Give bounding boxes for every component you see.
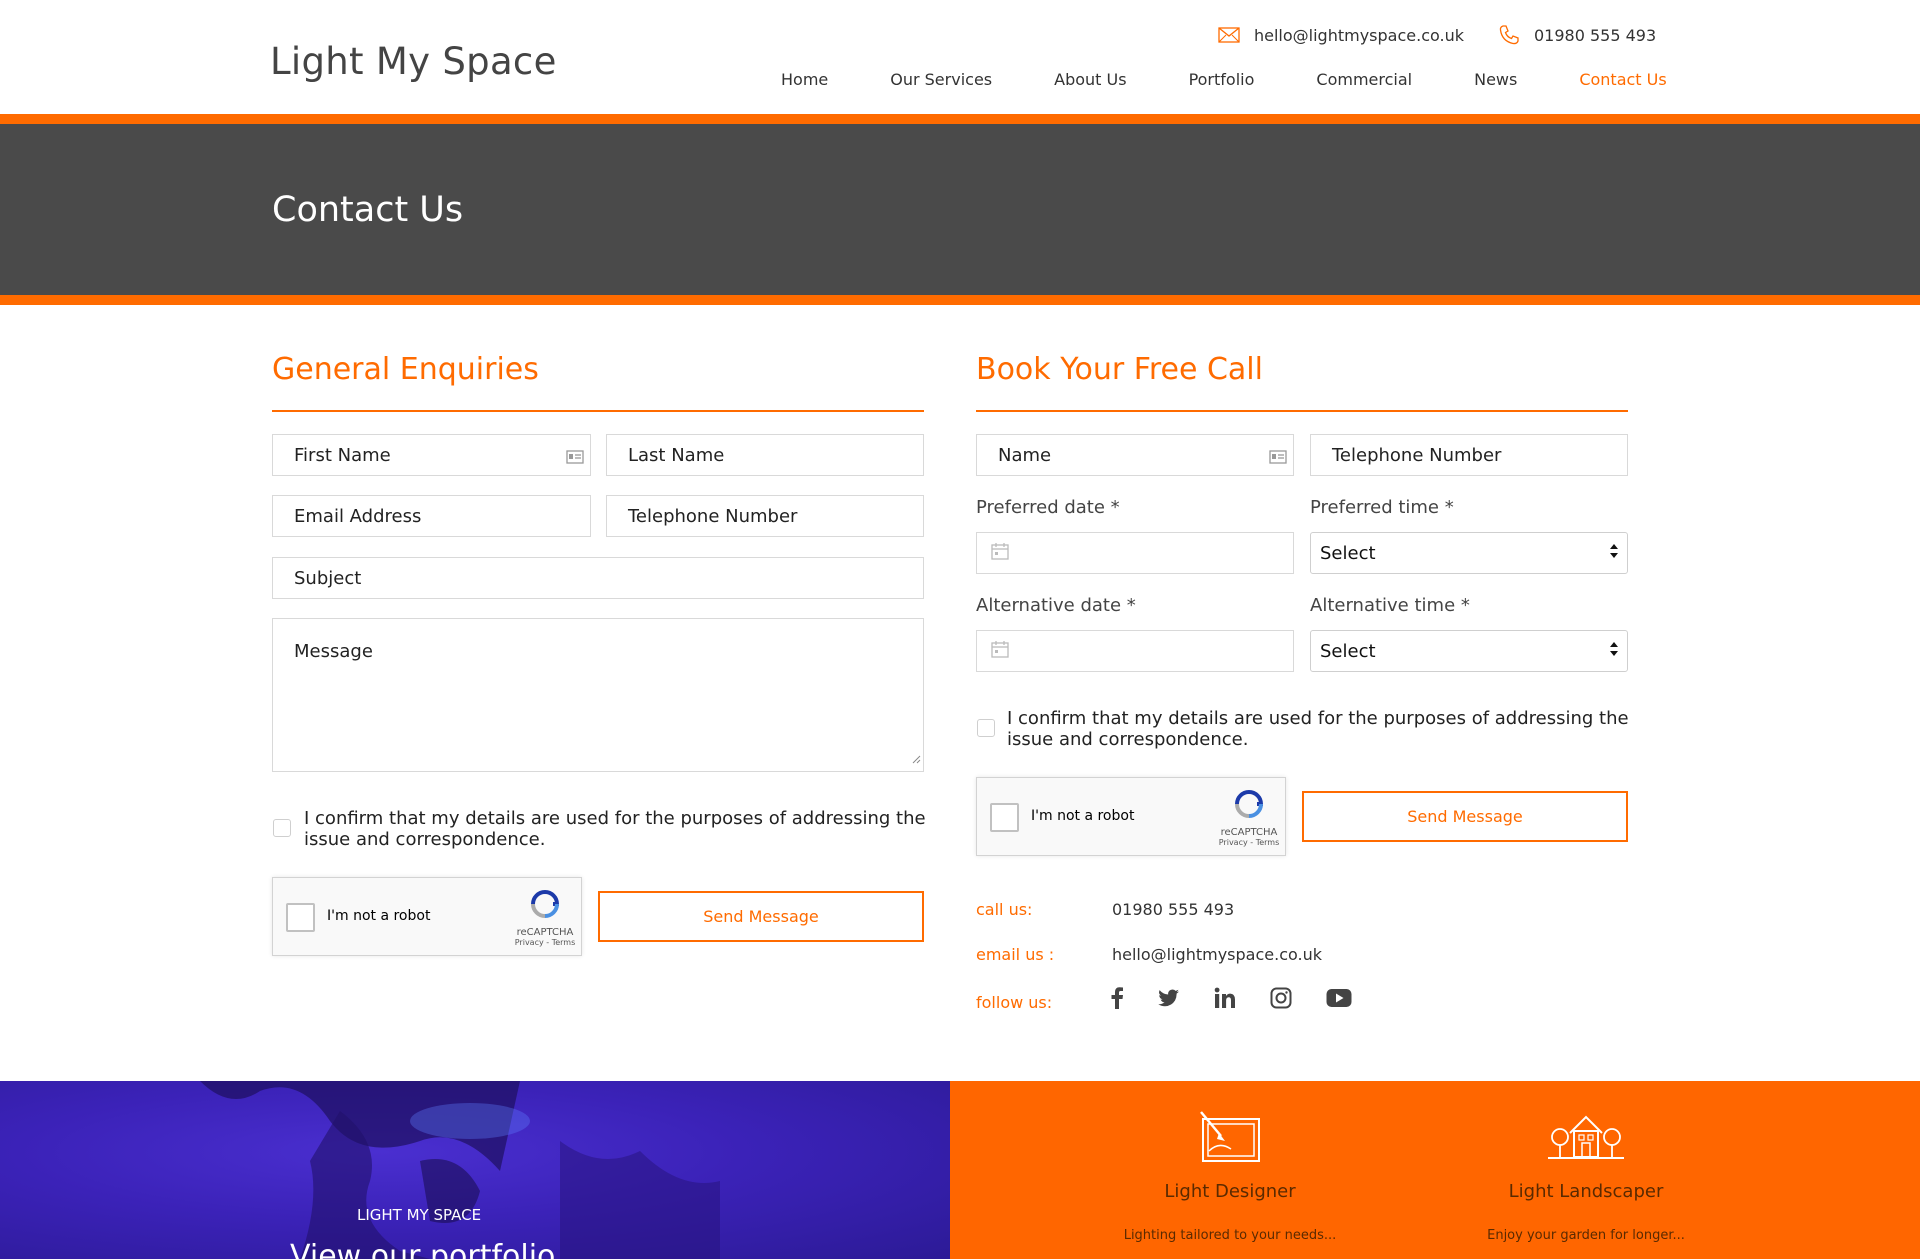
top-contact-bar: hello@lightmyspace.co.uk 01980 555 493 [1218,24,1656,46]
book-call-title: Book Your Free Call [976,352,1263,387]
recaptcha-brand: reCAPTCHA [516,927,574,938]
alternative-time-select[interactable]: Select [1310,630,1628,672]
nav-portfolio[interactable]: Portfolio [1189,70,1255,89]
feature-title-light-designer: Light Designer [1164,1181,1296,1202]
portfolio-banner[interactable]: LIGHT MY SPACE View our portfolio [0,1081,950,1259]
feature-title-light-landscaper: Light Landscaper [1508,1181,1664,1202]
email-us-label: email us : [976,945,1055,964]
header-email[interactable]: hello@lightmyspace.co.uk [1254,26,1464,45]
general-enquiries-rule [272,410,924,412]
preferred-time-value: Select [1320,542,1376,564]
nav-commercial[interactable]: Commercial [1316,70,1412,89]
telephone-placeholder: Telephone Number [628,505,798,527]
select-arrows-icon [1609,542,1619,565]
preferred-time-label: Preferred time * [1310,497,1454,518]
subject-placeholder: Subject [294,567,362,589]
general-send-button[interactable]: Send Message [598,891,924,942]
general-consent-text: I confirm that my details are used for t… [304,808,926,850]
page-title: Contact Us [272,190,464,230]
recaptcha-icon [529,888,561,924]
alternative-time-value: Select [1320,640,1376,662]
booking-name-field[interactable]: Name [976,434,1294,476]
booking-send-button[interactable]: Send Message [1302,791,1628,842]
main-nav: Home Our Services About Us Portfolio Com… [781,70,1667,89]
recaptcha-terms[interactable]: Privacy - Terms [515,938,576,947]
contact-card-icon [1269,448,1287,469]
site-logo[interactable]: Light My Space [270,40,557,83]
calendar-icon [991,542,1009,565]
booking-recaptcha: I'm not a robot reCAPTCHA Privacy - Term… [976,777,1286,856]
linkedin-icon[interactable] [1214,987,1236,1013]
instagram-icon[interactable] [1270,987,1292,1013]
call-us-value[interactable]: 01980 555 493 [1112,900,1234,919]
recaptcha-logo: reCAPTCHA Privacy - Terms [515,888,575,947]
feature-subtitle-light-designer: Lighting tailored to your needs... [1123,1228,1337,1243]
general-recaptcha-checkbox[interactable] [286,903,315,932]
first-name-field[interactable]: First Name [272,434,591,476]
recaptcha-terms[interactable]: Privacy - Terms [1219,838,1280,847]
email-us-value[interactable]: hello@lightmyspace.co.uk [1112,945,1322,964]
light-designer-feature[interactable]: Light Designer Lighting tailored to your… [1110,1111,1350,1243]
telephone-field[interactable]: Telephone Number [606,495,924,537]
calendar-icon [991,640,1009,663]
facebook-icon[interactable] [1110,987,1124,1013]
mail-icon [1218,27,1240,43]
subject-field[interactable]: Subject [272,557,924,599]
header-accent-strip [0,114,1920,124]
call-us-label: call us: [976,900,1033,919]
booking-telephone-placeholder: Telephone Number [1332,444,1502,466]
hero-accent-strip [0,295,1920,305]
design-tablet-icon [1197,1111,1263,1167]
booking-name-placeholder: Name [998,444,1052,466]
recaptcha-brand: reCAPTCHA [1220,827,1278,838]
recaptcha-icon [1233,788,1265,824]
email-field[interactable]: Email Address [272,495,591,537]
alternative-date-input[interactable] [976,630,1294,672]
alternative-date-label: Alternative date * [976,595,1136,616]
email-placeholder: Email Address [294,505,422,527]
booking-consent-checkbox[interactable] [977,719,995,737]
booking-telephone-field[interactable]: Telephone Number [1310,434,1628,476]
contact-card-icon [566,448,584,469]
nav-home[interactable]: Home [781,70,828,89]
last-name-placeholder: Last Name [628,444,725,466]
alternative-time-label: Alternative time * [1310,595,1470,616]
house-garden-icon [1546,1111,1626,1167]
brand-caption: LIGHT MY SPACE [357,1206,482,1224]
feature-subtitle-light-landscaper: Enjoy your garden for longer... [1487,1228,1685,1243]
first-name-placeholder: First Name [294,444,391,466]
message-placeholder: Message [294,641,373,662]
last-name-field[interactable]: Last Name [606,434,924,476]
booking-consent-text: I confirm that my details are used for t… [1007,708,1629,750]
booking-recaptcha-label: I'm not a robot [1031,808,1135,824]
general-consent-checkbox[interactable] [273,819,291,837]
general-recaptcha-label: I'm not a robot [327,908,431,924]
youtube-icon[interactable] [1326,988,1352,1012]
services-banner: Light Designer Lighting tailored to your… [950,1081,1920,1259]
general-recaptcha: I'm not a robot reCAPTCHA Privacy - Term… [272,877,582,956]
portfolio-heading[interactable]: View our portfolio [290,1239,555,1259]
preferred-date-label: Preferred date * [976,497,1120,518]
message-textarea[interactable]: Message [272,618,924,772]
header-phone[interactable]: 01980 555 493 [1534,26,1656,45]
nav-contact-us[interactable]: Contact Us [1579,70,1666,89]
recaptcha-logo: reCAPTCHA Privacy - Terms [1219,788,1279,847]
nav-about-us[interactable]: About Us [1054,70,1126,89]
preferred-date-input[interactable] [976,532,1294,574]
nav-news[interactable]: News [1474,70,1517,89]
light-landscaper-feature[interactable]: Light Landscaper Enjoy your garden for l… [1466,1111,1706,1243]
select-arrows-icon [1609,640,1619,663]
preferred-time-select[interactable]: Select [1310,532,1628,574]
nav-our-services[interactable]: Our Services [890,70,992,89]
general-enquiries-title: General Enquiries [272,352,539,387]
follow-us-label: follow us: [976,993,1053,1012]
social-links [1110,987,1352,1013]
portfolio-banner-artwork [200,1081,720,1259]
booking-recaptcha-checkbox[interactable] [990,803,1019,832]
book-call-rule [976,410,1628,412]
phone-icon [1498,24,1520,46]
twitter-icon[interactable] [1158,989,1180,1011]
resize-handle-icon[interactable] [911,748,921,769]
